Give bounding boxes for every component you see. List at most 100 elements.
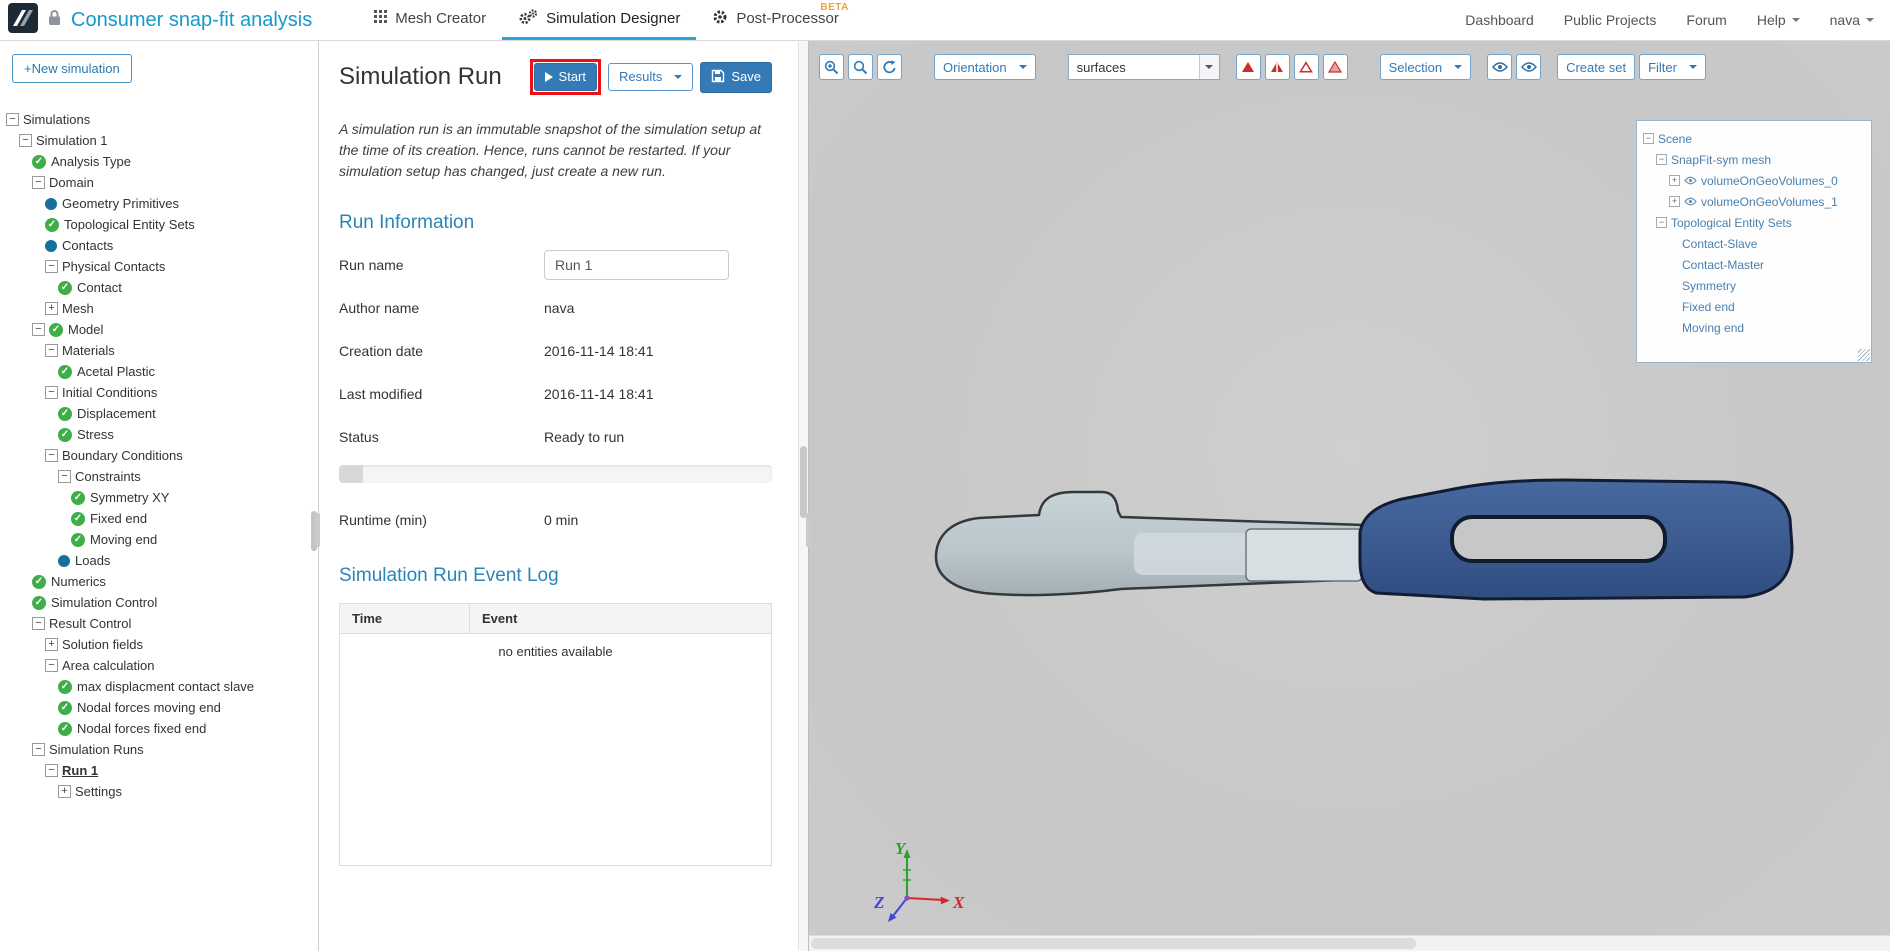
tree-expander-icon[interactable]: − xyxy=(45,386,58,399)
red-triangle-hatched-button[interactable] xyxy=(1322,54,1348,80)
navbar-link[interactable]: nava xyxy=(1830,12,1874,28)
eye-icon[interactable] xyxy=(1684,176,1697,185)
tree-item[interactable]: ✓ Symmetry XY xyxy=(0,487,318,508)
scene-expander-icon[interactable]: − xyxy=(1656,154,1667,165)
tree-item[interactable]: ✓ Numerics xyxy=(0,571,318,592)
tree-item[interactable]: ✓ Stress xyxy=(0,424,318,445)
scene-tree-item[interactable]: Contact-Slave xyxy=(1637,233,1871,254)
tree-item[interactable]: ✓ max displacment contact slave xyxy=(0,676,318,697)
navbar-link[interactable]: Forum xyxy=(1686,12,1726,28)
scene-tree-item[interactable]: + volumeOnGeoVolumes_1 xyxy=(1637,191,1871,212)
scene-expander-icon[interactable]: + xyxy=(1669,196,1680,207)
tree-item[interactable]: − Simulations xyxy=(0,109,318,130)
viewport-horizontal-scrollbar[interactable] xyxy=(809,935,1890,951)
tree-item[interactable]: − Result Control xyxy=(0,613,318,634)
viewport-hscroll-thumb[interactable] xyxy=(811,938,1417,949)
scene-tree-item[interactable]: Symmetry xyxy=(1637,275,1871,296)
create-set-button[interactable]: Create set xyxy=(1557,54,1636,80)
tree-expander-icon[interactable]: − xyxy=(45,260,58,273)
show-selected-eye-button[interactable] xyxy=(1487,54,1513,80)
tree-expander-icon[interactable]: − xyxy=(6,113,19,126)
tree-item[interactable]: ✓ Acetal Plastic xyxy=(0,361,318,382)
navbar-link[interactable]: Public Projects xyxy=(1564,12,1657,28)
tree-expander-icon[interactable]: + xyxy=(58,785,71,798)
tree-item[interactable]: − Run 1 xyxy=(0,760,318,781)
tree-item[interactable]: − Physical Contacts xyxy=(0,256,318,277)
scene-tree-item[interactable]: − Topological Entity Sets xyxy=(1637,212,1871,233)
scene-tree-item[interactable]: Moving end xyxy=(1637,317,1871,338)
panel-resize-handle[interactable] xyxy=(806,513,811,547)
scene-expander-icon[interactable]: − xyxy=(1656,217,1667,228)
tree-item[interactable]: − Simulation 1 xyxy=(0,130,318,151)
tree-item[interactable]: − Simulation Runs xyxy=(0,739,318,760)
surfaces-select[interactable]: surfaces xyxy=(1067,54,1220,80)
navbar-link[interactable]: Help xyxy=(1757,12,1800,28)
scene-expander-icon[interactable]: − xyxy=(1643,133,1654,144)
red-triangle-stripe-button[interactable] xyxy=(1264,54,1290,80)
hide-selected-eye-button[interactable] xyxy=(1516,54,1542,80)
navbar-link[interactable]: Dashboard xyxy=(1465,12,1534,28)
tree-item[interactable]: − ✓ Model xyxy=(0,319,318,340)
tree-expander-icon[interactable]: − xyxy=(19,134,32,147)
tree-expander-icon[interactable]: − xyxy=(58,470,71,483)
app-logo[interactable] xyxy=(8,2,38,38)
tree-item[interactable]: ✓ Fixed end xyxy=(0,508,318,529)
filter-dropdown-button[interactable]: Filter xyxy=(1639,54,1706,80)
selection-dropdown-button[interactable]: Selection xyxy=(1379,54,1472,80)
tree-item[interactable]: − Boundary Conditions xyxy=(0,445,318,466)
panel-scrollbar[interactable] xyxy=(798,41,808,951)
scene-tree-item[interactable]: − SnapFit-sym mesh xyxy=(1637,149,1871,170)
tree-expander-icon[interactable]: + xyxy=(45,302,58,315)
tree-item[interactable]: ✓ Nodal forces moving end xyxy=(0,697,318,718)
tree-expander-icon[interactable]: − xyxy=(45,659,58,672)
scene-panel-resize-grip[interactable] xyxy=(1858,349,1870,361)
tree-expander-icon[interactable]: − xyxy=(45,764,58,777)
tree-expander-icon[interactable]: − xyxy=(32,743,45,756)
tree-item[interactable]: + Mesh xyxy=(0,298,318,319)
red-triangle-solid-button[interactable] xyxy=(1235,54,1261,80)
sidebar-resize-handle[interactable] xyxy=(315,513,320,547)
eye-icon[interactable] xyxy=(1684,197,1697,206)
red-triangle-outline-button[interactable] xyxy=(1293,54,1319,80)
tree-item[interactable]: + Solution fields xyxy=(0,634,318,655)
tree-expander-icon[interactable]: − xyxy=(45,344,58,357)
scene-tree-item[interactable]: − Scene xyxy=(1637,128,1871,149)
tree-item[interactable]: ✓ Analysis Type xyxy=(0,151,318,172)
tab-post-processor[interactable]: BETA Post-Processor xyxy=(696,0,855,40)
save-button[interactable]: Save xyxy=(700,61,772,93)
refresh-view-button[interactable] xyxy=(877,54,902,80)
tree-item[interactable]: ✓ Moving end xyxy=(0,529,318,550)
tree-item[interactable]: − Constraints xyxy=(0,466,318,487)
tree-item[interactable]: + Settings xyxy=(0,781,318,802)
tree-item[interactable]: Contacts xyxy=(0,235,318,256)
tree-expander-icon[interactable]: − xyxy=(45,449,58,462)
zoom-in-button[interactable] xyxy=(819,54,844,80)
tab-simulation-designer[interactable]: Simulation Designer xyxy=(502,0,697,40)
tree-expander-icon[interactable]: + xyxy=(45,638,58,651)
tree-item[interactable]: − Area calculation xyxy=(0,655,318,676)
tree-item[interactable]: ✓ Contact xyxy=(0,277,318,298)
tree-item[interactable]: − Initial Conditions xyxy=(0,382,318,403)
new-simulation-button[interactable]: +New simulation xyxy=(12,54,132,83)
run-name-input[interactable] xyxy=(544,250,729,281)
tree-item[interactable]: ✓ Displacement xyxy=(0,403,318,424)
tab-mesh-creator[interactable]: Mesh Creator xyxy=(358,0,502,40)
start-run-button[interactable]: Start xyxy=(533,63,597,92)
tree-item[interactable]: ✓ Simulation Control xyxy=(0,592,318,613)
tree-item[interactable]: − Materials xyxy=(0,340,318,361)
tree-item[interactable]: Loads xyxy=(0,550,318,571)
scene-tree-item[interactable]: Fixed end xyxy=(1637,296,1871,317)
tree-expander-icon[interactable]: − xyxy=(32,323,45,336)
tree-expander-icon[interactable]: − xyxy=(32,617,45,630)
tree-item[interactable]: ✓ Nodal forces fixed end xyxy=(0,718,318,739)
3d-viewport-canvas[interactable]: Orientation surfaces Selection Create se… xyxy=(809,41,1890,951)
tree-item[interactable]: Geometry Primitives xyxy=(0,193,318,214)
zoom-fit-button[interactable] xyxy=(848,54,873,80)
caret-down-icon[interactable] xyxy=(1198,55,1219,79)
tree-expander-icon[interactable]: − xyxy=(32,176,45,189)
orientation-dropdown-button[interactable]: Orientation xyxy=(934,54,1036,80)
tree-item[interactable]: − Domain xyxy=(0,172,318,193)
panel-scrollbar-thumb[interactable] xyxy=(800,446,807,518)
results-dropdown-button[interactable]: Results xyxy=(608,63,694,92)
scene-expander-icon[interactable]: + xyxy=(1669,175,1680,186)
